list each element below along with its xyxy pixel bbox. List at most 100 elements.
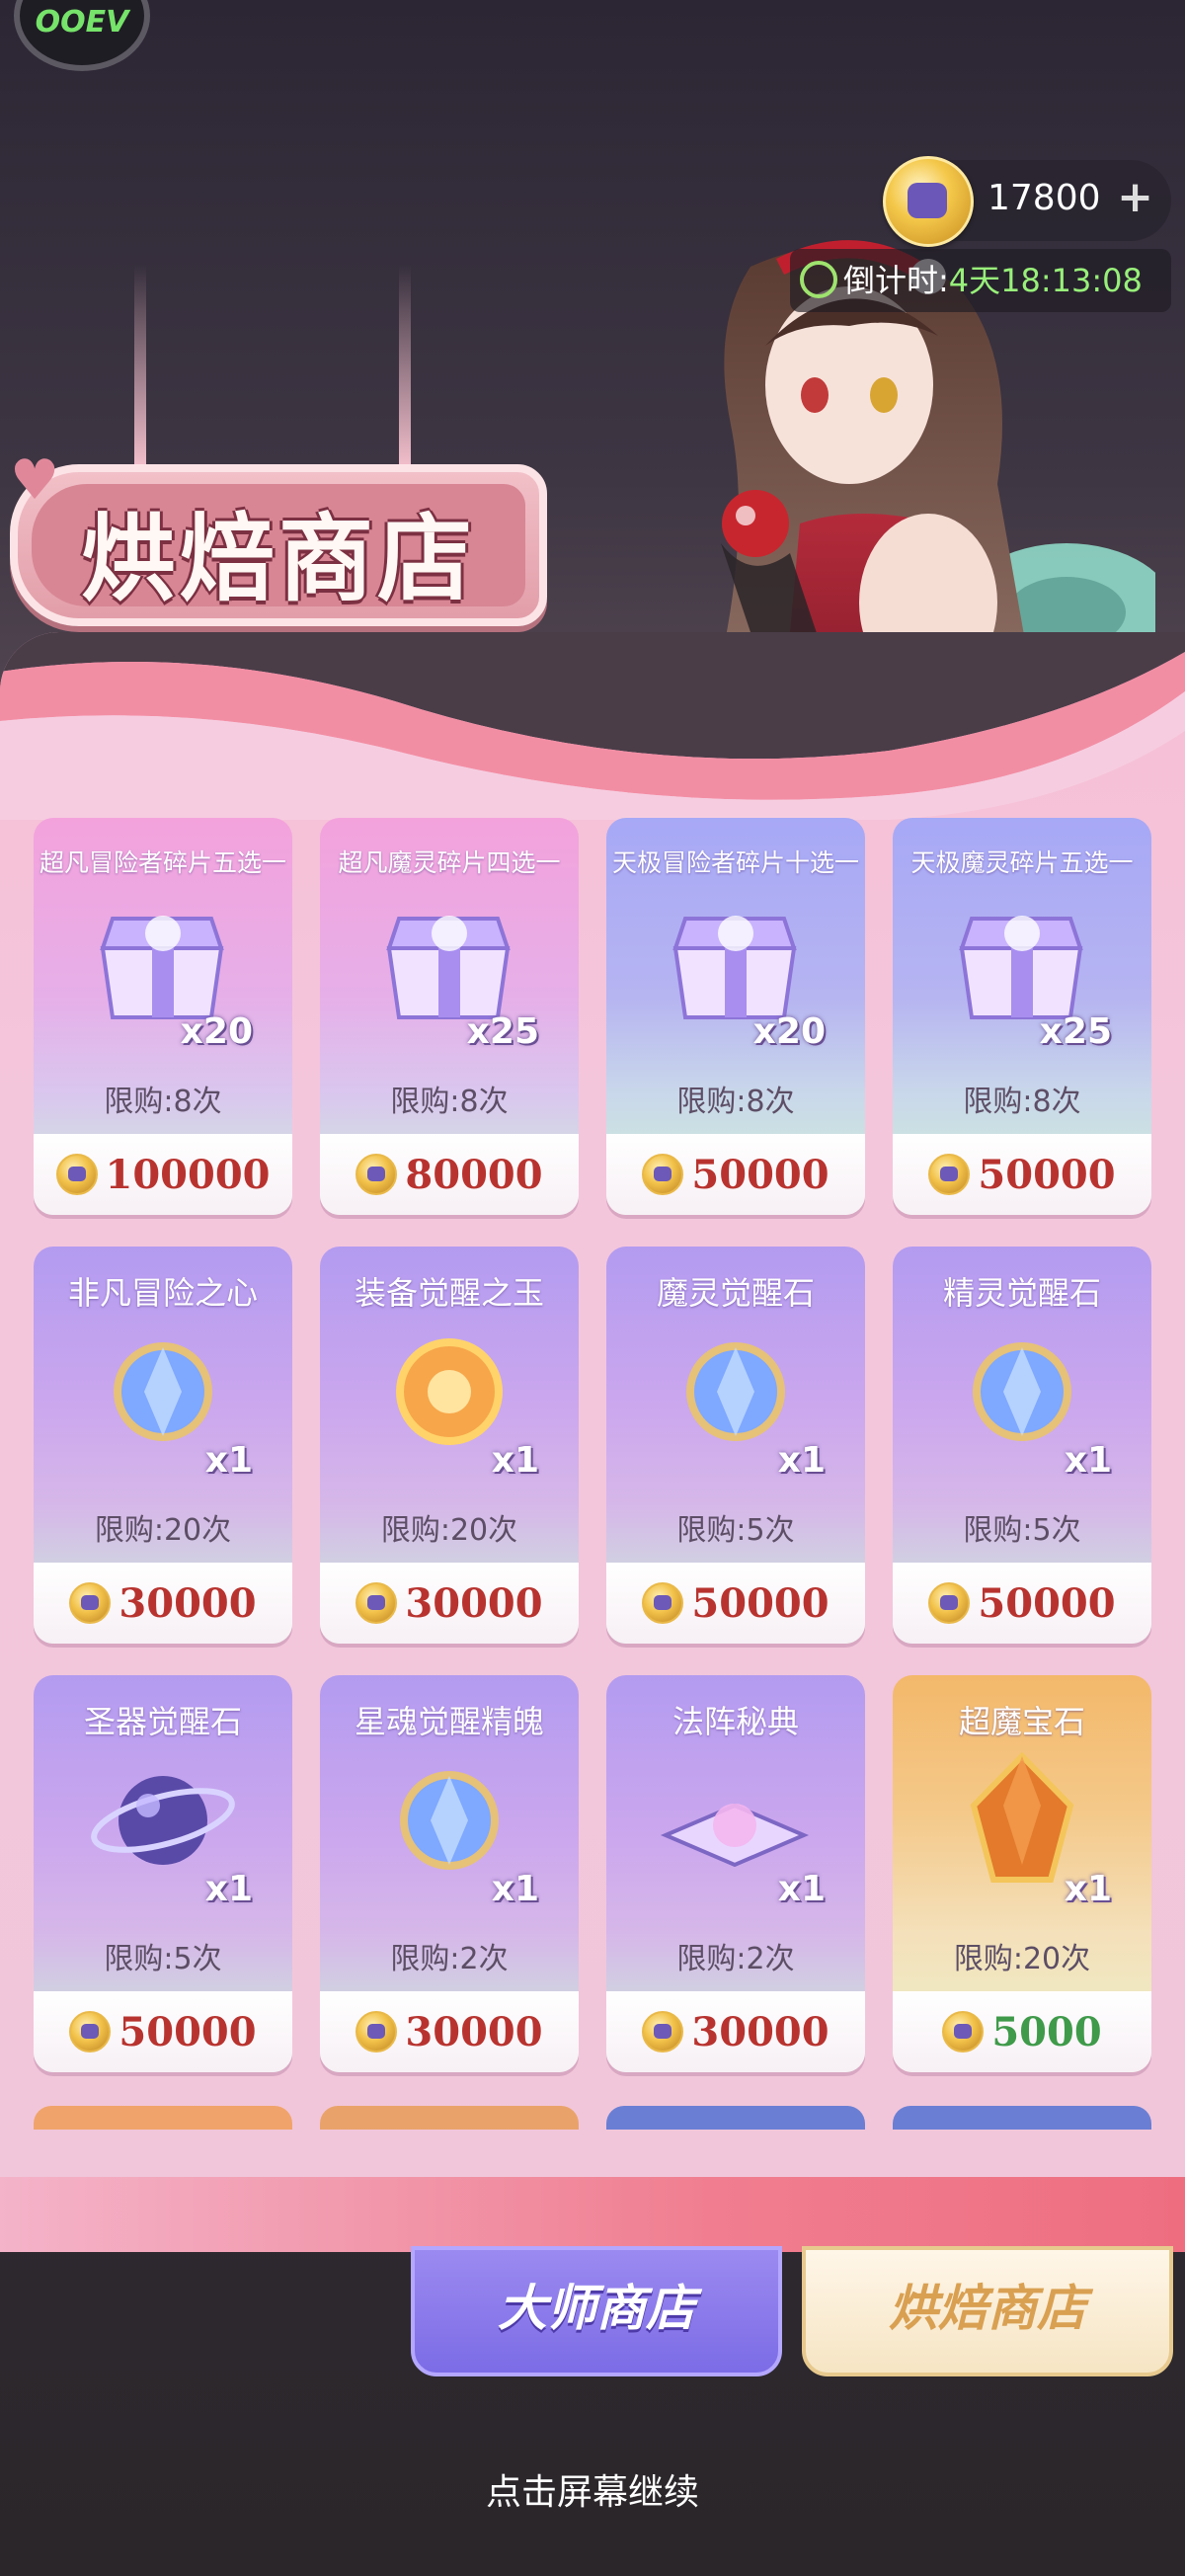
item-price-box[interactable]: 50000 xyxy=(34,1991,292,2072)
countdown-label: 倒计时: xyxy=(843,262,949,299)
item-purchase-limit: 限购:8次 xyxy=(963,1085,1081,1119)
item-price-box[interactable]: 30000 xyxy=(320,1563,579,1644)
item-quantity: x1 xyxy=(777,1440,826,1481)
item-price-value: 50000 xyxy=(691,1152,830,1198)
panel-wave-decoration xyxy=(0,632,1185,820)
item-card[interactable]: 非凡冒险之心 x1 限购:20次 30000 xyxy=(34,1247,292,1644)
top-badge-label: OOEV xyxy=(35,5,129,40)
shop-sign-title: 烘焙商店 xyxy=(81,504,476,614)
coin-icon xyxy=(883,156,974,247)
item-quantity: x20 xyxy=(752,1011,826,1052)
coin-icon xyxy=(642,1154,684,1195)
item-quantity: x1 xyxy=(1064,1869,1112,1909)
item-price-value: 5000 xyxy=(991,2009,1102,2055)
item-price-box[interactable]: 50000 xyxy=(606,1563,865,1644)
item-price-value: 50000 xyxy=(691,1580,830,1627)
coin-icon xyxy=(642,1582,684,1624)
item-purchase-limit: 限购:20次 xyxy=(953,1942,1091,1976)
coin-icon xyxy=(356,1154,398,1195)
item-price: 50000 xyxy=(893,1152,1151,1199)
item-purchase-limit: 限购:8次 xyxy=(104,1085,222,1119)
tab-baking-shop[interactable]: 烘焙商店 xyxy=(802,2246,1173,2376)
coin-icon xyxy=(928,1154,971,1195)
item-card[interactable]: 装备觉醒之玉 x1 限购:20次 30000 xyxy=(320,1247,579,1644)
panel-bottom-stripe xyxy=(0,2177,1185,2252)
item-card[interactable]: 天极冒险者碎片十选一 x20 限购:8次 50000 xyxy=(606,818,865,1215)
item-card[interactable]: 超凡魔灵碎片四选一 x25 限购:8次 80000 xyxy=(320,818,579,1215)
item-name: 天极魔灵碎片五选一 xyxy=(910,848,1134,877)
item-price-box[interactable]: 50000 xyxy=(893,1134,1151,1215)
tap-to-continue-hint[interactable]: 点击屏幕继续 xyxy=(0,2463,1185,2515)
item-quantity: x20 xyxy=(180,1011,253,1052)
item-price: 80000 xyxy=(320,1152,579,1199)
item-quantity: x1 xyxy=(491,1440,539,1481)
item-price-box[interactable]: 5000 xyxy=(893,1991,1151,2072)
item-price-box[interactable]: 30000 xyxy=(34,1563,292,1644)
item-card[interactable]: 超凡冒险者碎片五选一 x20 限购:8次 100000 xyxy=(34,818,292,1215)
item-price-box[interactable]: 80000 xyxy=(320,1134,579,1215)
item-price-value: 50000 xyxy=(118,2009,257,2055)
item-quantity: x1 xyxy=(491,1869,539,1909)
item-price: 30000 xyxy=(320,1580,579,1628)
coin-icon xyxy=(942,2011,985,2053)
item-price: 30000 xyxy=(320,2009,579,2056)
coin-icon xyxy=(356,2011,398,2053)
item-price-box[interactable]: 30000 xyxy=(320,1991,579,2072)
item-price-box[interactable]: 30000 xyxy=(606,1991,865,2072)
item-purchase-limit: 限购:2次 xyxy=(676,1942,795,1976)
next-row-card-peek xyxy=(34,2106,292,2130)
item-name: 装备觉醒之玉 xyxy=(354,1274,544,1312)
item-price-box[interactable]: 50000 xyxy=(606,1134,865,1215)
item-purchase-limit: 限购:8次 xyxy=(676,1085,795,1119)
coin-icon xyxy=(69,1582,112,1624)
item-card[interactable]: 圣器觉醒石 x1 限购:5次 50000 xyxy=(34,1675,292,2072)
item-price-value: 50000 xyxy=(978,1152,1116,1198)
item-name: 超凡魔灵碎片四选一 xyxy=(338,848,561,877)
item-price-value: 30000 xyxy=(691,2009,830,2055)
item-name: 圣器觉醒石 xyxy=(83,1703,242,1740)
item-name: 法阵秘典 xyxy=(672,1703,799,1740)
coin-icon xyxy=(55,1154,98,1195)
item-price: 50000 xyxy=(34,2009,292,2056)
item-name: 魔灵觉醒石 xyxy=(656,1274,815,1312)
item-quantity: x1 xyxy=(204,1869,253,1909)
item-card[interactable]: 精灵觉醒石 x1 限购:5次 50000 xyxy=(893,1247,1151,1644)
coin-icon xyxy=(356,1582,398,1624)
next-row-card-peek xyxy=(320,2106,579,2130)
item-price-box[interactable]: 100000 xyxy=(34,1134,292,1215)
item-price: 50000 xyxy=(893,1580,1151,1628)
item-card[interactable]: 法阵秘典 x1 限购:2次 30000 xyxy=(606,1675,865,2072)
next-row-card-peek xyxy=(606,2106,865,2130)
item-name: 天极冒险者碎片十选一 xyxy=(611,848,859,877)
item-quantity: x1 xyxy=(777,1869,826,1909)
item-card[interactable]: 超魔宝石 x1 限购:20次 5000 xyxy=(893,1675,1151,2072)
item-price: 100000 xyxy=(34,1152,292,1199)
add-currency-button[interactable]: + xyxy=(1117,172,1153,222)
item-card[interactable]: 魔灵觉醒石 x1 限购:5次 50000 xyxy=(606,1247,865,1644)
countdown-value: 4天18:13:08 xyxy=(948,262,1143,299)
sign-rope-left xyxy=(134,265,146,472)
top-badge[interactable]: OOEV xyxy=(14,0,150,71)
item-quantity: x1 xyxy=(1064,1440,1112,1481)
item-name: 超魔宝石 xyxy=(958,1703,1085,1740)
item-price-value: 30000 xyxy=(405,1580,543,1627)
item-price-value: 50000 xyxy=(978,1580,1116,1627)
item-price-box[interactable]: 50000 xyxy=(893,1563,1151,1644)
tab-master-shop[interactable]: 大师商店 xyxy=(411,2246,782,2376)
item-purchase-limit: 限购:5次 xyxy=(676,1513,795,1548)
coin-icon xyxy=(642,2011,684,2053)
next-row-card-peek xyxy=(893,2106,1151,2130)
item-quantity: x1 xyxy=(204,1440,253,1481)
coin-icon xyxy=(69,2011,112,2053)
item-name: 超凡冒险者碎片五选一 xyxy=(39,848,286,877)
item-card[interactable]: 天极魔灵碎片五选一 x25 限购:8次 50000 xyxy=(893,818,1151,1215)
item-price: 50000 xyxy=(606,1580,865,1628)
item-quantity: x25 xyxy=(1039,1011,1112,1052)
item-price: 30000 xyxy=(606,2009,865,2056)
currency-bar: 17800 + xyxy=(883,156,1171,247)
item-card[interactable]: 星魂觉醒精魄 x1 限购:2次 30000 xyxy=(320,1675,579,2072)
item-price-value: 100000 xyxy=(105,1152,271,1198)
item-name: 星魂觉醒精魄 xyxy=(354,1703,544,1740)
item-purchase-limit: 限购:20次 xyxy=(94,1513,232,1548)
item-price-value: 30000 xyxy=(405,2009,543,2055)
